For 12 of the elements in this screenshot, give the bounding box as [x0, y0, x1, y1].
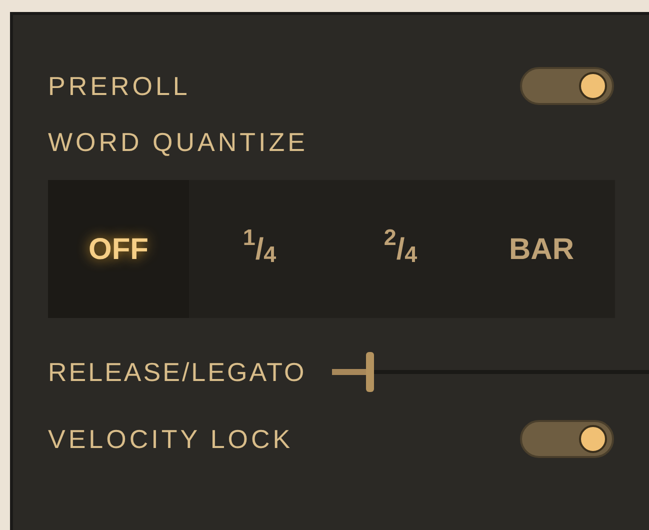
- quantize-option[interactable]: $^{2}$/$_{4}$: [330, 180, 471, 318]
- toggle-label: VELOCITY LOCK: [48, 422, 294, 456]
- toggle-switch[interactable]: [520, 67, 614, 105]
- slider-thumb[interactable]: [366, 352, 374, 392]
- slider-label: RELEASE/LEGATO: [48, 356, 306, 388]
- toggle-switch[interactable]: [520, 420, 614, 458]
- quantize-option[interactable]: BAR: [471, 180, 612, 318]
- section-label: WORD QUANTIZE: [48, 126, 309, 159]
- quantize-option[interactable]: $^{1}$/$_{4}$: [189, 180, 330, 318]
- toggle-label: PREROLL: [48, 70, 190, 102]
- slider[interactable]: [332, 352, 649, 392]
- quantize-option[interactable]: OFF: [48, 180, 189, 318]
